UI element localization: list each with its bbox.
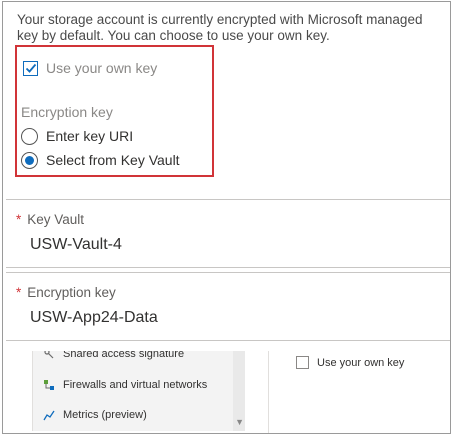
key-icon (43, 351, 55, 360)
nav-item-metrics[interactable]: Metrics (preview) (43, 409, 147, 421)
nav-item-label: Shared access signature (63, 351, 185, 360)
radio-label: Select from Key Vault (46, 152, 180, 168)
radio-select-from-key-vault[interactable]: Select from Key Vault (21, 149, 180, 171)
use-own-key-label: Use your own key (46, 60, 158, 76)
network-icon (43, 379, 55, 391)
encryption-key-field[interactable]: * Encryption key USW-App24-Data (6, 272, 450, 341)
nav-item-label: Metrics (preview) (63, 409, 147, 421)
radio-enter-key-uri[interactable]: Enter key URI (21, 125, 133, 147)
encryption-key-value: USW-App24-Data (30, 309, 158, 326)
background-use-own-key-checkbox-row[interactable]: Use your own key (296, 356, 404, 369)
background-blade: Shared access signature Firewalls and vi… (6, 343, 450, 433)
key-vault-label: Key Vault (27, 212, 85, 227)
nav-item-firewalls[interactable]: Firewalls and virtual networks (43, 379, 207, 391)
radio-button-selected[interactable] (21, 151, 38, 169)
use-own-key-checkbox-row[interactable]: Use your own key (23, 58, 157, 78)
scrollbar[interactable]: ▼ (233, 351, 245, 431)
metrics-icon (43, 409, 55, 421)
background-nav-list: Shared access signature Firewalls and vi… (32, 351, 245, 431)
key-vault-label-wrap: * Key Vault (16, 212, 84, 227)
intro-text: Your storage account is currently encryp… (17, 12, 423, 43)
key-vault-value: USW-Vault-4 (30, 236, 122, 253)
checkmark-icon (25, 63, 36, 73)
divider (268, 351, 269, 433)
radio-button-unselected[interactable] (21, 127, 38, 145)
radio-label: Enter key URI (46, 128, 134, 144)
required-marker: * (16, 212, 22, 227)
nav-item-shared-access-signature[interactable]: Shared access signature (43, 351, 184, 360)
use-own-key-checkbox[interactable] (23, 60, 38, 76)
nav-item-label: Firewalls and virtual networks (63, 379, 208, 391)
background-checkbox-label: Use your own key (317, 356, 405, 369)
key-vault-field[interactable]: * Key Vault USW-Vault-4 (6, 199, 450, 268)
background-checkbox[interactable] (296, 356, 309, 369)
encryption-key-label-wrap: * Encryption key (16, 285, 116, 300)
encryption-panel: Your storage account is currently encryp… (2, 1, 451, 434)
encryption-key-label: Encryption key (27, 285, 116, 300)
required-marker: * (16, 285, 22, 300)
chevron-down-icon[interactable]: ▼ (235, 417, 244, 427)
radio-dot-icon (25, 155, 34, 165)
encryption-key-group-label: Encryption key (21, 104, 113, 120)
